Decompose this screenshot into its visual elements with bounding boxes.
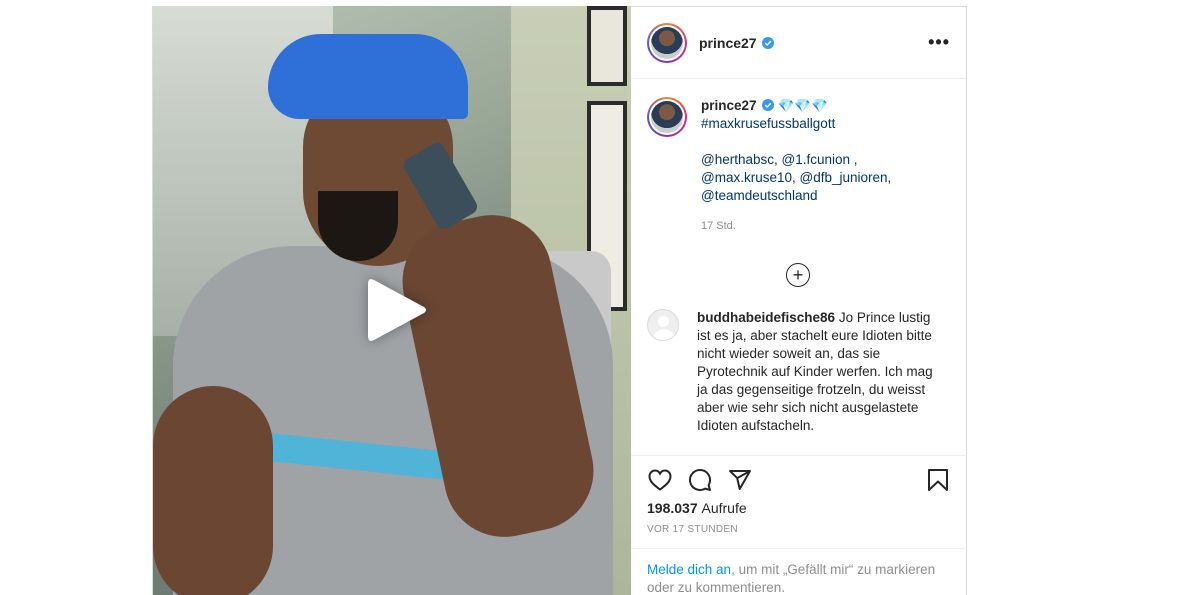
play-icon[interactable] [357, 270, 437, 350]
post-age: VOR 17 STUNDEN [647, 524, 738, 535]
person-arm [153, 386, 273, 595]
comment-icon[interactable] [687, 467, 713, 493]
caption: prince27 💎💎💎 #maxkrusefussballgott @herth… [701, 97, 950, 235]
avatar[interactable] [647, 22, 687, 63]
mention-link[interactable]: @dfb_junioren [800, 170, 888, 185]
login-link[interactable]: Melde dich an [647, 562, 731, 577]
verified-badge-icon [761, 99, 774, 111]
more-icon[interactable]: ••• [928, 32, 950, 53]
comment-text: buddhabeidefische86 Jo Prince lustig ist… [697, 309, 943, 435]
verified-badge-icon [761, 36, 774, 49]
post-header: prince27 ••• [631, 7, 966, 79]
mention-link[interactable]: @teamdeutschland [701, 188, 818, 203]
login-prompt: Melde dich an, um mit „Gefällt mir“ zu m… [631, 548, 967, 595]
wall-picture-frame [587, 6, 627, 86]
views-count: 198.037 Aufrufe [647, 500, 747, 516]
views-label: Aufrufe [701, 500, 747, 516]
person-cap [268, 34, 468, 119]
bookmark-icon[interactable] [925, 467, 951, 493]
instagram-post-embed: prince27 ••• prince27 💎💎💎 #maxkrusefussba… [0, 0, 1191, 595]
comment-body: Jo Prince lustig ist es ja, aber stachel… [697, 310, 933, 433]
mention-link[interactable]: @herthabsc [701, 152, 774, 167]
mention-link[interactable]: @max.kruse10 [701, 170, 792, 185]
comment-item: buddhabeidefische86 Jo Prince lustig ist… [647, 309, 943, 435]
post-actions: 198.037 Aufrufe VOR 17 STUNDEN [631, 455, 967, 535]
send-icon[interactable] [727, 467, 753, 493]
caption-hashtag[interactable]: #maxkrusefussballgott [701, 116, 835, 131]
heart-icon[interactable] [647, 467, 673, 493]
caption-emoji: 💎💎💎 [777, 98, 828, 113]
post-sidebar: prince27 ••• prince27 💎💎💎 #maxkrusefussba… [631, 6, 967, 595]
comment-username[interactable]: buddhabeidefische86 [697, 310, 835, 325]
caption-timestamp: 17 Std. [701, 220, 736, 232]
mention-link[interactable]: @1.fcunion [782, 152, 851, 167]
caption-username[interactable]: prince27 [701, 98, 757, 113]
avatar[interactable] [647, 97, 687, 137]
plus-circle-icon[interactable]: + [786, 263, 810, 287]
avatar[interactable] [647, 309, 679, 341]
post-video[interactable] [152, 6, 631, 595]
caption-area: prince27 💎💎💎 #maxkrusefussballgott @herth… [631, 79, 966, 455]
author-username[interactable]: prince27 [699, 35, 757, 51]
